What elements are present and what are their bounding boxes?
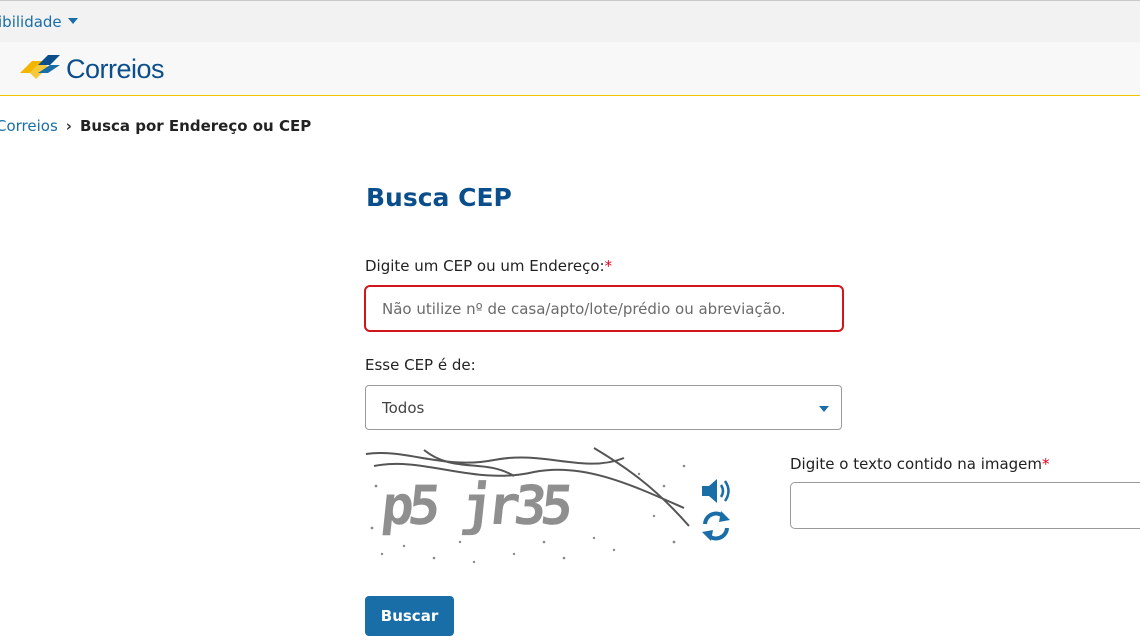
chevron-down-icon	[819, 406, 829, 412]
speaker-icon	[702, 479, 730, 503]
captcha-label-text: Digite o texto contido na imagem	[790, 455, 1043, 473]
breadcrumb: Correios › Busca por Endereço ou CEP	[0, 117, 311, 135]
accessibility-label: ibilidade	[0, 13, 62, 31]
cep-type-selected: Todos	[382, 398, 425, 417]
accessibility-menu[interactable]: ibilidade	[0, 13, 78, 31]
captcha-input[interactable]	[790, 482, 1140, 529]
top-bar: ibilidade	[0, 0, 1140, 42]
cep-label: Digite um CEP ou um Endereço:*	[365, 257, 612, 275]
cep-type-label: Esse CEP é de:	[365, 356, 476, 374]
breadcrumb-current: Busca por Endereço ou CEP	[79, 117, 312, 135]
refresh-icon	[702, 511, 730, 541]
page-title: Busca CEP	[366, 183, 512, 212]
cep-label-text: Digite um CEP ou um Endereço:	[365, 257, 605, 275]
required-mark: *	[604, 257, 613, 275]
correios-logo-icon	[20, 55, 60, 79]
required-mark: *	[1042, 455, 1050, 473]
search-button[interactable]: Buscar	[365, 596, 454, 636]
chevron-down-icon	[67, 18, 78, 24]
brand-bar: Correios	[0, 42, 1140, 96]
breadcrumb-separator: ›	[65, 117, 72, 135]
captcha-text: p5 jr35	[378, 474, 573, 537]
correios-logo[interactable]: Correios	[18, 51, 165, 87]
cep-input[interactable]	[364, 285, 844, 332]
audio-captcha-button[interactable]	[700, 476, 736, 506]
refresh-captcha-button[interactable]	[700, 510, 732, 542]
cep-type-select[interactable]: Todos	[365, 385, 842, 430]
captcha-image: p5 jr35	[365, 447, 690, 564]
captcha-label: Digite o texto contido na imagem*	[790, 455, 1050, 473]
breadcrumb-home-link[interactable]: Correios	[0, 117, 58, 135]
logo-wordmark: Correios	[66, 53, 165, 84]
